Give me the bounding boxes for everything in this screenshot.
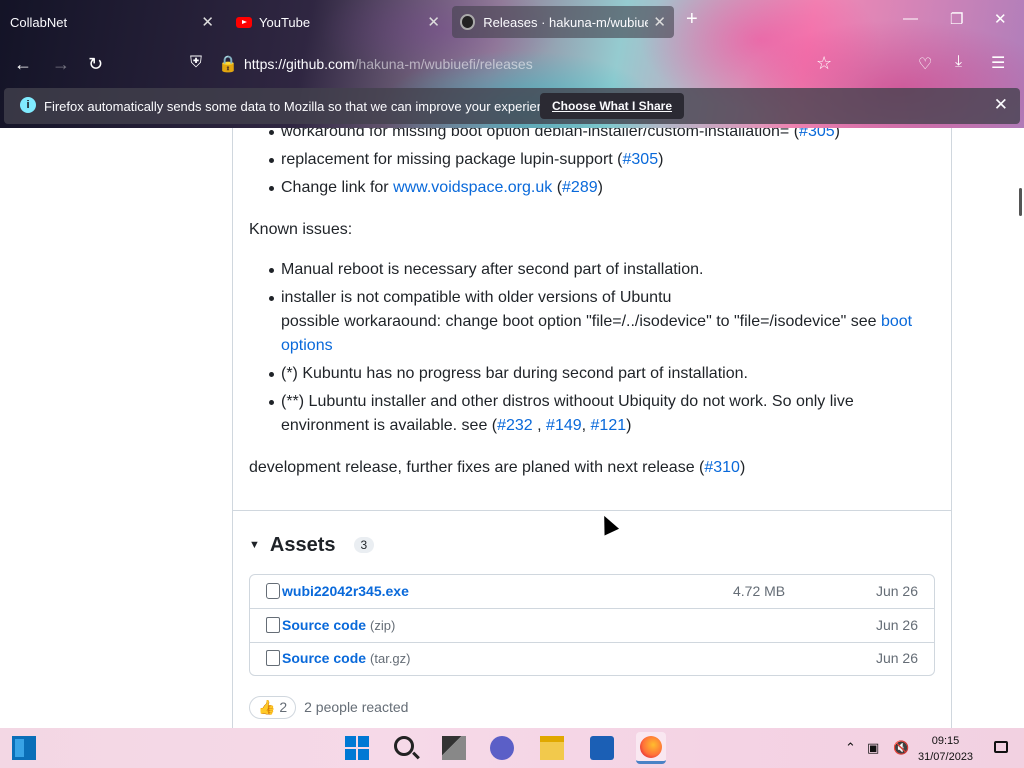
browser-chrome: CollabNet ✕ YouTube ✕ Releases · hakuna-… (0, 0, 1024, 128)
volume-icon[interactable]: 🔇 (893, 740, 909, 756)
tab-close-icon[interactable]: ✕ (653, 13, 666, 31)
assets-section: ▼ Assets 3 wubi22042r345.exe 4.72 MB Jun… (249, 530, 939, 676)
url-text[interactable]: https://github.com/hakuna-m/wubiuefi/rel… (244, 56, 533, 72)
chevron-up-icon[interactable]: ⌃ (845, 740, 856, 756)
asset-date: Jun 26 (875, 617, 918, 633)
url-path: /hakuna-m/wubiuefi/releases (354, 56, 533, 72)
tab-close-icon[interactable]: ✕ (201, 13, 214, 31)
close-icon[interactable]: ✕ (994, 95, 1008, 115)
page-content: workaround for missing boot option debia… (0, 128, 1024, 728)
clock[interactable]: 09:15 31/07/2023 (918, 733, 973, 765)
asset-link[interactable]: wubi22042r345.exe (282, 583, 413, 599)
issue-link[interactable]: #310 (704, 459, 740, 476)
list-item: workaround for missing boot option debia… (249, 128, 840, 144)
file-explorer-icon[interactable] (540, 736, 564, 760)
asset-date: Jun 26 (875, 583, 918, 599)
reload-icon[interactable]: ↻ (88, 54, 103, 75)
menu-icon[interactable]: ☰ (991, 53, 1005, 73)
shield-icon[interactable]: ⛨ (190, 54, 202, 72)
pocket-icon[interactable]: ♡ (918, 54, 932, 74)
github-icon (460, 14, 476, 30)
list-item: replacement for missing package lupin-su… (249, 148, 840, 172)
store-icon[interactable] (590, 736, 614, 760)
assets-title: Assets (269, 533, 336, 556)
thumbs-up-icon: 👍 (258, 699, 276, 715)
known-issues-list: Manual reboot is necessary after second … (249, 258, 939, 442)
dev-release-note: development release, further fixes are p… (249, 459, 746, 476)
tab-label: YouTube (259, 14, 311, 30)
taskbar: ⌃ ▣ 🔇 09:15 31/07/2023 (0, 728, 1024, 768)
asset-link[interactable]: Source code (tar.gz) (282, 650, 411, 666)
url-bar[interactable]: ⛨ 🔒 https://github.com/hakuna-m/wubiuefi… (180, 48, 850, 80)
list-item: (**) Lubuntu installer and other distros… (249, 390, 939, 438)
reactions-text: 2 people reacted (304, 699, 409, 715)
minimize-icon[interactable]: — (903, 10, 918, 27)
list-item: (*) Kubuntu has no progress bar during s… (249, 362, 939, 386)
reactions: 👍 2 2 people reacted (249, 696, 408, 726)
list-item: Manual reboot is necessary after second … (249, 258, 939, 282)
caret-down-icon[interactable]: ▼ (249, 539, 260, 551)
divider (233, 510, 951, 511)
package-icon (266, 583, 280, 599)
tab-label: Releases · hakuna-m/wubiuefi (483, 14, 648, 30)
chat-icon[interactable] (490, 736, 514, 760)
lock-icon[interactable]: 🔒 (218, 54, 238, 74)
release-card: workaround for missing boot option debia… (232, 128, 952, 728)
search-icon[interactable] (394, 736, 414, 756)
tab-releases[interactable]: Releases · hakuna-m/wubiuefi ✕ (452, 6, 674, 38)
file-zip-icon (266, 617, 280, 633)
voidspace-link[interactable]: www.voidspace.org.uk (393, 179, 552, 196)
asset-date: Jun 26 (875, 650, 918, 666)
known-issues-label: Known issues: (249, 221, 353, 238)
network-icon[interactable]: ▣ (867, 740, 879, 756)
firefox-icon[interactable] (636, 732, 666, 764)
info-icon: i (20, 97, 36, 113)
youtube-icon (236, 16, 252, 28)
changes-list: workaround for missing boot option debia… (249, 128, 840, 204)
assets-list: wubi22042r345.exe 4.72 MB Jun 26 Source … (249, 574, 935, 676)
forward-icon[interactable]: → (52, 54, 70, 75)
list-item: installer is not compatible with older v… (249, 286, 939, 358)
issue-link[interactable]: #232 (497, 417, 533, 434)
notification-message: Firefox automatically sends some data to… (44, 99, 562, 114)
issue-link[interactable]: #305 (623, 151, 659, 168)
back-icon[interactable]: ← (14, 54, 32, 75)
notification-bar: i Firefox automatically sends some data … (4, 88, 1020, 124)
clock-date: 31/07/2023 (918, 751, 974, 763)
tab-close-icon[interactable]: ✕ (427, 13, 440, 31)
asset-size: 4.72 MB (733, 583, 786, 599)
assets-count-badge: 3 (353, 537, 375, 553)
start-button[interactable] (345, 736, 369, 760)
issue-link[interactable]: #149 (546, 417, 582, 434)
bookmark-star-icon[interactable]: ☆ (816, 53, 832, 74)
choose-what-i-share-button[interactable]: Choose What I Share (540, 93, 685, 119)
asset-row: Source code (tar.gz) Jun 26 (250, 642, 934, 676)
restore-icon[interactable]: ❐ (950, 10, 963, 28)
scrollbar[interactable] (1019, 188, 1022, 216)
issue-link[interactable]: #121 (591, 417, 627, 434)
assets-header[interactable]: ▼ Assets 3 (249, 530, 939, 560)
snap-app-icon[interactable] (12, 736, 36, 760)
asset-row: wubi22042r345.exe 4.72 MB Jun 26 (250, 575, 934, 609)
asset-row: Source code (zip) Jun 26 (250, 609, 934, 643)
new-tab-button[interactable]: + (686, 8, 698, 31)
issue-link[interactable]: #305 (799, 128, 835, 140)
tab-youtube[interactable]: YouTube ✕ (226, 6, 448, 38)
issue-link[interactable]: #289 (562, 179, 598, 196)
tab-collabnet[interactable]: CollabNet ✕ (0, 6, 222, 38)
window-close-icon[interactable]: ✕ (994, 10, 1007, 28)
list-item: Change link for www.voidspace.org.uk (#2… (249, 176, 840, 200)
url-host: https://github.com (244, 56, 355, 72)
task-view-icon[interactable] (442, 736, 466, 760)
download-icon[interactable]: ⤓ (955, 53, 962, 71)
reaction-button[interactable]: 👍 2 (249, 696, 297, 719)
tab-label: CollabNet (10, 14, 68, 30)
notifications-icon[interactable] (994, 741, 1008, 753)
file-zip-icon (266, 650, 280, 666)
asset-link[interactable]: Source code (zip) (282, 617, 395, 633)
clock-time: 09:15 (931, 735, 960, 747)
